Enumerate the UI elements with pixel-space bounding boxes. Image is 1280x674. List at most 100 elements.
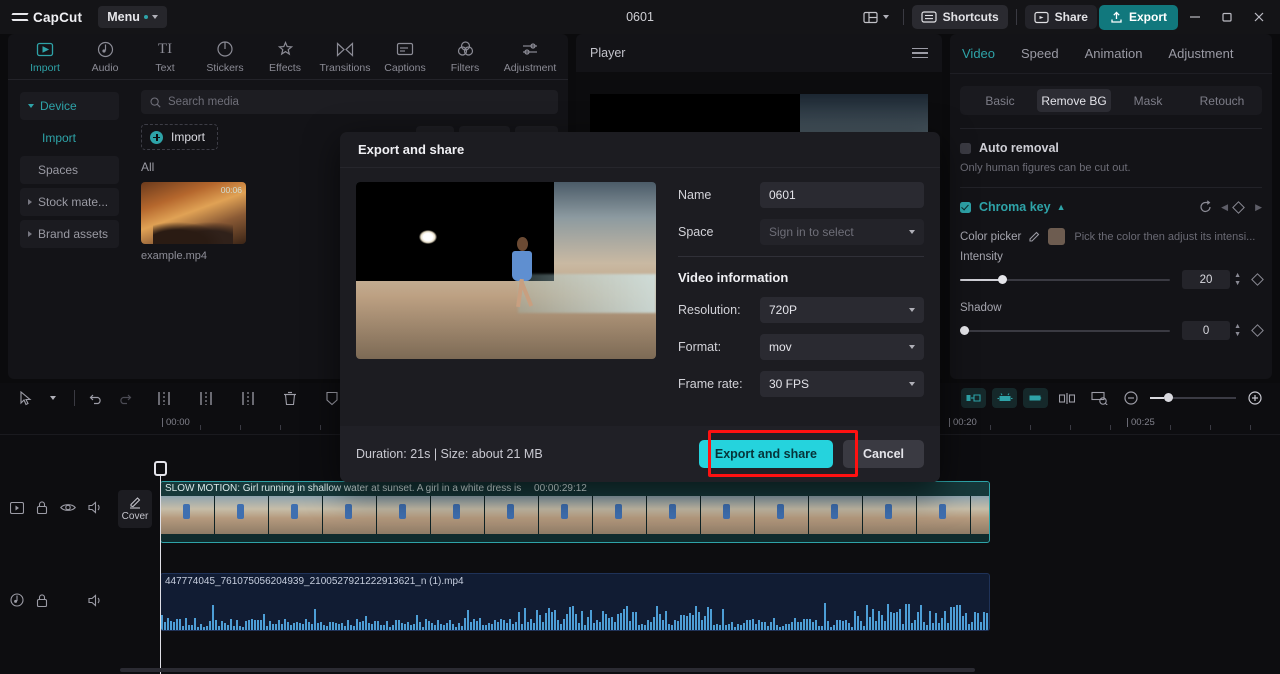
trim-left-icon[interactable] bbox=[193, 386, 219, 410]
media-duration: 00:06 bbox=[220, 185, 242, 195]
tab-import[interactable]: Import bbox=[18, 39, 72, 79]
keyframe-next-icon[interactable]: ▶ bbox=[1255, 202, 1262, 213]
shortcuts-button[interactable]: Shortcuts bbox=[911, 5, 1008, 29]
measure-icon[interactable] bbox=[1086, 386, 1112, 410]
tab-filters[interactable]: Filters bbox=[438, 39, 492, 79]
name-input[interactable]: 0601 bbox=[760, 182, 924, 208]
tab-text[interactable]: TI Text bbox=[138, 39, 192, 79]
eyedropper-icon[interactable] bbox=[1028, 230, 1041, 243]
undo-icon[interactable] bbox=[83, 386, 109, 410]
eye-icon[interactable] bbox=[60, 502, 76, 513]
share-button[interactable]: Share bbox=[1024, 5, 1097, 29]
subtab-basic[interactable]: Basic bbox=[963, 89, 1037, 112]
minimize-button[interactable] bbox=[1180, 3, 1210, 31]
lock-icon[interactable] bbox=[36, 501, 48, 514]
lock-icon[interactable] bbox=[36, 593, 48, 607]
shadow-slider-knob[interactable] bbox=[960, 326, 969, 335]
zoom-slider-knob[interactable] bbox=[1164, 393, 1173, 402]
subtab-mask[interactable]: Mask bbox=[1111, 89, 1185, 112]
tab-label: Filters bbox=[450, 62, 480, 74]
media-item[interactable]: 00:06 example.mp4 bbox=[141, 182, 246, 262]
tab-animation[interactable]: Animation bbox=[1081, 46, 1147, 61]
horizontal-scrollbar[interactable] bbox=[120, 668, 975, 672]
intensity-value[interactable]: 20 bbox=[1182, 270, 1231, 289]
tab-video[interactable]: Video bbox=[958, 46, 999, 61]
tab-captions[interactable]: Captions bbox=[378, 39, 432, 79]
layout-button[interactable] bbox=[857, 5, 895, 29]
audio-icon[interactable] bbox=[10, 593, 24, 607]
maximize-icon bbox=[1222, 12, 1232, 22]
shadow-value[interactable]: 0 bbox=[1182, 321, 1231, 340]
subtab-retouch[interactable]: Retouch bbox=[1185, 89, 1259, 112]
search-input[interactable]: Search media bbox=[141, 90, 558, 114]
auto-removal-checkbox[interactable] bbox=[960, 142, 971, 154]
auto-removal-row[interactable]: Auto removal bbox=[960, 141, 1262, 155]
intensity-stepper[interactable]: ▲ ▼ bbox=[1234, 272, 1241, 287]
audio-clip-caption: 447774045_761075056204939_21005279212229… bbox=[165, 576, 464, 587]
export-button[interactable]: Export bbox=[1098, 4, 1178, 30]
video-icon[interactable] bbox=[10, 501, 24, 514]
chevron-up-icon[interactable]: ▲ bbox=[1057, 202, 1066, 212]
space-select[interactable]: Sign in to select bbox=[760, 219, 924, 245]
trim-right-icon[interactable] bbox=[235, 386, 261, 410]
zoom-out-icon[interactable] bbox=[1118, 386, 1144, 410]
sidebar-item-spaces[interactable]: Spaces bbox=[20, 156, 119, 184]
hamburger-icon[interactable] bbox=[912, 45, 928, 62]
keyframe-prev-icon[interactable]: ◀ bbox=[1221, 202, 1228, 213]
shadow-keyframe-icon[interactable] bbox=[1251, 324, 1264, 337]
export-preview-thumbnail bbox=[356, 182, 656, 359]
delete-icon[interactable] bbox=[277, 386, 303, 410]
playhead[interactable] bbox=[154, 461, 167, 674]
zoom-slider[interactable] bbox=[1150, 393, 1236, 402]
playhead-handle[interactable] bbox=[154, 461, 167, 476]
menu-button[interactable]: Menu bbox=[98, 6, 167, 28]
shadow-slider[interactable] bbox=[960, 326, 1171, 335]
intensity-slider-knob[interactable] bbox=[997, 275, 1007, 284]
chroma-color-swatch[interactable] bbox=[1048, 228, 1066, 245]
import-media-button[interactable]: Import bbox=[141, 124, 219, 150]
volume-icon[interactable] bbox=[88, 593, 103, 607]
split-icon[interactable] bbox=[151, 386, 177, 410]
tab-transitions[interactable]: Transitions bbox=[318, 39, 372, 79]
flash-icon[interactable] bbox=[992, 388, 1017, 408]
chroma-key-row[interactable]: Chroma key ▲ ◀ ▶ bbox=[960, 200, 1262, 214]
tab-stickers[interactable]: Stickers bbox=[198, 39, 252, 79]
sidebar-item-import[interactable]: Import bbox=[20, 124, 119, 152]
sidebar-item-stock-materials[interactable]: Stock mate... bbox=[20, 188, 119, 216]
subtab-remove-bg[interactable]: Remove BG bbox=[1037, 89, 1111, 112]
minimize-icon bbox=[1190, 16, 1200, 18]
plus-icon bbox=[150, 130, 163, 144]
import-icon bbox=[36, 39, 54, 59]
audio-clip[interactable]: 447774045_761075056204939_21005279212229… bbox=[160, 573, 990, 631]
cancel-button[interactable]: Cancel bbox=[843, 440, 924, 468]
tab-audio[interactable]: Audio bbox=[78, 39, 132, 79]
export-and-share-button[interactable]: Export and share bbox=[698, 440, 833, 468]
reverse-icon[interactable] bbox=[1023, 388, 1048, 408]
redo-icon[interactable] bbox=[111, 386, 137, 410]
format-select[interactable]: mov bbox=[760, 334, 924, 360]
keyframe-icon[interactable] bbox=[1232, 200, 1245, 214]
reset-icon[interactable] bbox=[1199, 200, 1213, 214]
intensity-slider[interactable] bbox=[960, 275, 1171, 284]
shadow-stepper[interactable]: ▲ ▼ bbox=[1234, 323, 1241, 338]
resolution-select[interactable]: 720P bbox=[760, 297, 924, 323]
zoom-in-icon[interactable] bbox=[1242, 386, 1268, 410]
tab-effects[interactable]: Effects bbox=[258, 39, 312, 79]
video-clip[interactable]: SLOW MOTION: Girl running in shallow wat… bbox=[160, 481, 990, 543]
volume-icon[interactable] bbox=[88, 501, 103, 514]
select-icon[interactable] bbox=[12, 386, 38, 410]
maximize-button[interactable] bbox=[1212, 3, 1242, 31]
close-button[interactable] bbox=[1244, 3, 1274, 31]
mirror-icon[interactable] bbox=[961, 388, 986, 408]
tab-adjustment[interactable]: Adjustment bbox=[1164, 46, 1237, 61]
chevron-down-icon[interactable] bbox=[40, 386, 66, 410]
cover-button[interactable]: Cover bbox=[118, 490, 152, 528]
sidebar-item-device[interactable]: Device bbox=[20, 92, 119, 120]
tab-adjustment[interactable]: Adjustment bbox=[498, 39, 562, 79]
split-marker-icon[interactable] bbox=[1054, 386, 1080, 410]
sidebar-item-brand-assets[interactable]: Brand assets bbox=[20, 220, 119, 248]
intensity-keyframe-icon[interactable] bbox=[1251, 273, 1264, 286]
chroma-key-checkbox[interactable] bbox=[960, 201, 971, 213]
framerate-select[interactable]: 30 FPS bbox=[760, 371, 924, 397]
tab-speed[interactable]: Speed bbox=[1017, 46, 1063, 61]
